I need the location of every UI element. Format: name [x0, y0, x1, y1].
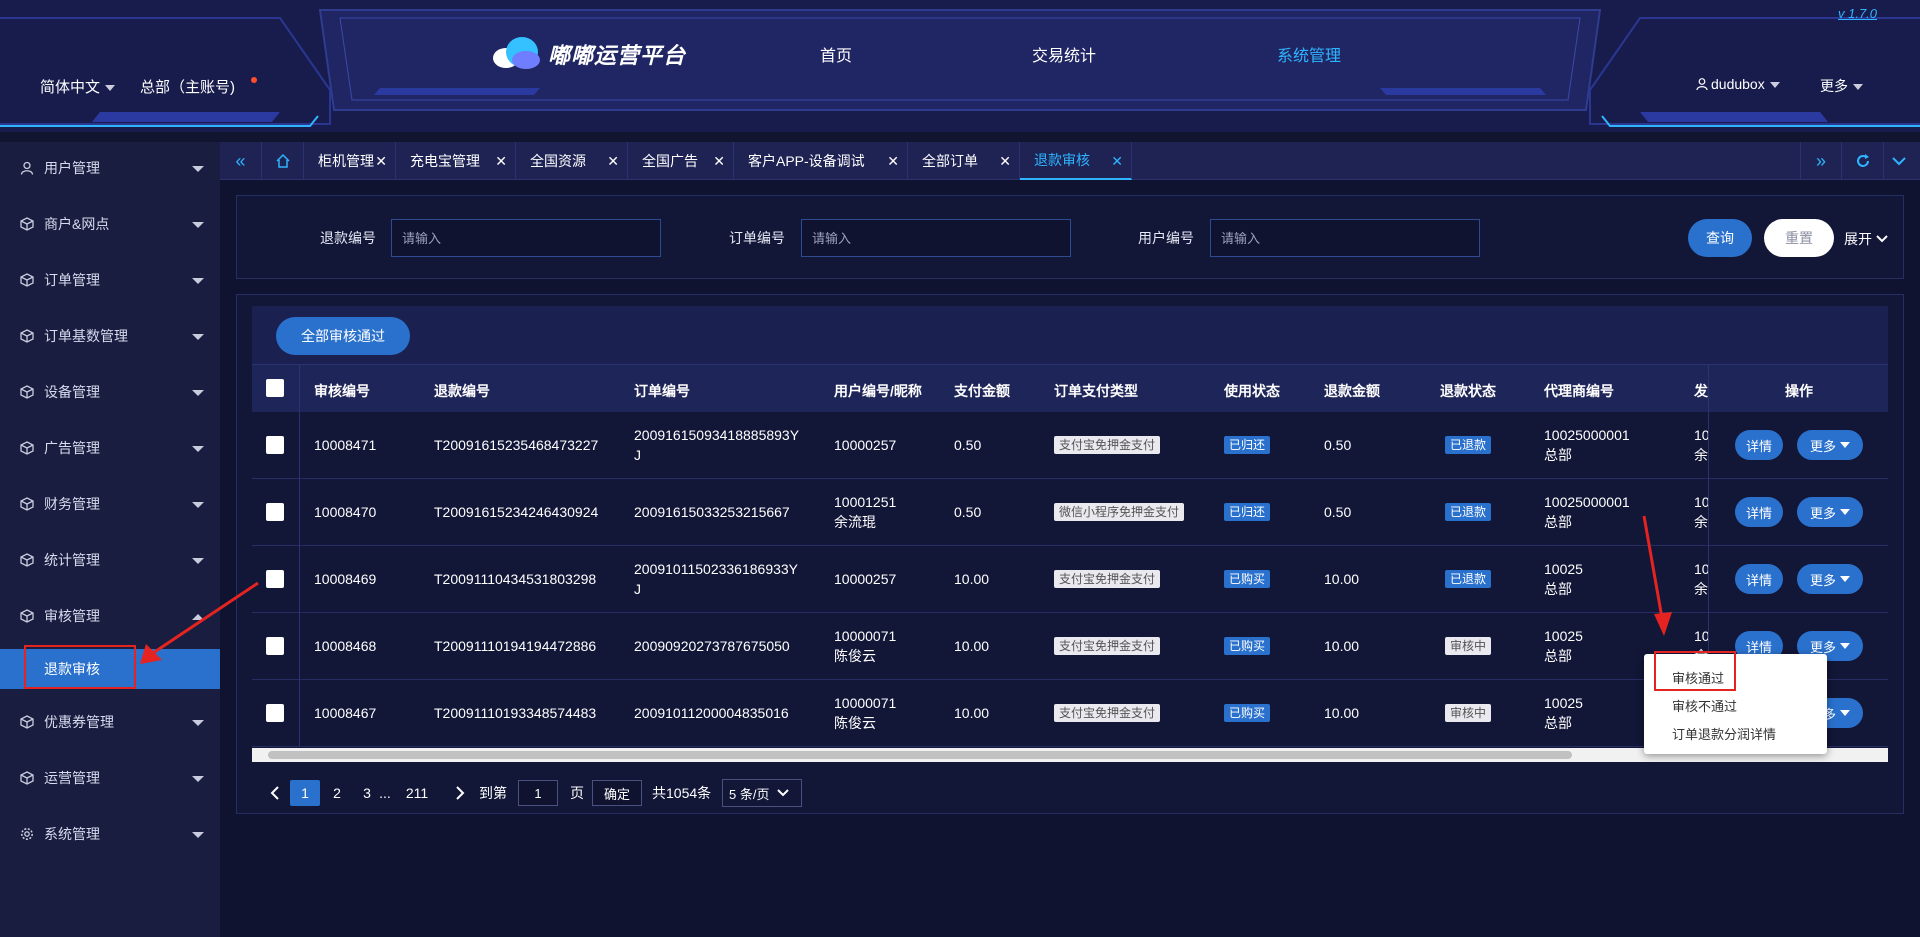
arrow-head-dropdown [1654, 612, 1672, 636]
annotation-arrows [140, 515, 1672, 664]
arrow-line-sidebar [149, 581, 259, 657]
arrow-line-dropdown [1642, 515, 1664, 619]
arrow-head-sidebar [140, 644, 162, 664]
